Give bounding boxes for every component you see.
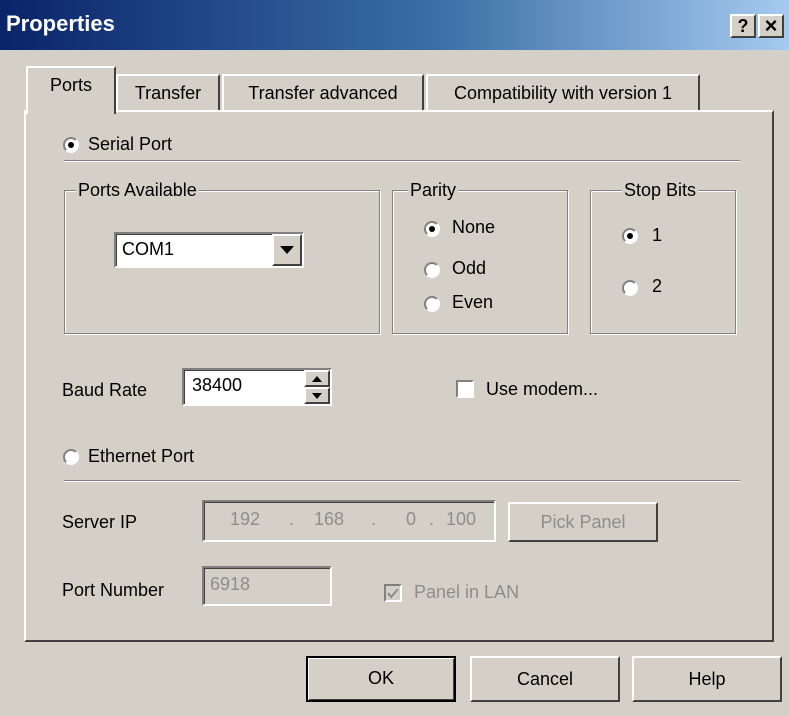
- ethernet-port-label: Ethernet Port: [88, 446, 195, 466]
- parity-none-label: None: [452, 217, 496, 237]
- tab-transfer-advanced[interactable]: Transfer advanced: [222, 74, 424, 112]
- use-modem-checkbox[interactable]: [456, 380, 474, 398]
- pick-panel-label: Pick Panel: [540, 512, 626, 532]
- tab-compatibility[interactable]: Compatibility with version 1: [426, 74, 700, 112]
- ip-octet-2: 168: [314, 509, 345, 529]
- ok-button[interactable]: OK: [306, 656, 456, 702]
- port-number-input[interactable]: 6918: [202, 566, 332, 606]
- cancel-button[interactable]: Cancel: [470, 656, 620, 702]
- baud-up-button[interactable]: [304, 370, 330, 387]
- stop-bit-1-label: 1: [652, 225, 663, 245]
- parity-odd-label: Odd: [452, 258, 487, 278]
- baud-rate-value: 38400: [192, 375, 243, 395]
- ethernet-divider: [64, 480, 740, 482]
- cancel-label: Cancel: [516, 669, 574, 689]
- stop-bit-1-radio[interactable]: [622, 228, 638, 244]
- use-modem-label: Use modem...: [486, 379, 599, 399]
- server-ip-input[interactable]: 192 . 168 . 0 . 100: [202, 500, 496, 542]
- stop-bits-legend: Stop Bits: [622, 180, 699, 201]
- stop-bits-group: [590, 190, 736, 334]
- server-ip-label: Server IP: [62, 512, 138, 532]
- title-bar: [0, 0, 789, 50]
- spin-down-icon: [312, 393, 322, 399]
- ip-dot-2: .: [371, 509, 377, 529]
- parity-even-label: Even: [452, 292, 494, 312]
- panel-in-lan-checkbox[interactable]: [384, 584, 402, 602]
- ip-dot-3: .: [429, 509, 435, 529]
- chevron-down-icon: [280, 246, 294, 254]
- port-number-value: 6918: [210, 574, 251, 594]
- parity-none-radio[interactable]: [424, 221, 440, 237]
- serial-divider: [64, 160, 740, 162]
- ip-octet-1: 192: [230, 509, 261, 529]
- tab-compatibility-label: Compatibility with version 1: [453, 83, 673, 103]
- ip-octet-4: 100: [446, 509, 477, 529]
- close-button[interactable]: ×: [758, 14, 784, 38]
- tab-transfer-label: Transfer: [134, 83, 202, 103]
- ports-dropdown-arrow-button[interactable]: [272, 234, 302, 266]
- port-number-label: Port Number: [62, 580, 165, 600]
- parity-legend: Parity: [408, 180, 459, 201]
- ports-dropdown-value: COM1: [122, 239, 175, 259]
- pick-panel-button[interactable]: Pick Panel: [508, 502, 658, 542]
- tab-transfer-advanced-label: Transfer advanced: [248, 83, 398, 103]
- help-button[interactable]: Help: [632, 656, 782, 702]
- tab-ports-label: Ports: [49, 75, 92, 95]
- parity-even-radio[interactable]: [424, 296, 440, 312]
- panel-in-lan-label: Panel in LAN: [414, 582, 520, 602]
- ok-label: OK: [367, 668, 394, 688]
- spin-up-icon: [312, 376, 322, 382]
- ethernet-port-radio[interactable]: [63, 449, 79, 465]
- baud-down-button[interactable]: [304, 387, 330, 404]
- ip-octet-3: 0: [406, 509, 417, 529]
- ip-dot-1: .: [289, 509, 295, 529]
- baud-rate-label: Baud Rate: [62, 380, 148, 400]
- tab-ports[interactable]: Ports: [26, 66, 116, 114]
- help-title-button[interactable]: ?: [730, 14, 756, 38]
- stop-bit-2-label: 2: [652, 276, 663, 296]
- serial-port-radio[interactable]: [63, 137, 79, 153]
- parity-odd-radio[interactable]: [424, 262, 440, 278]
- window-title: Properties: [6, 11, 115, 36]
- stop-bit-2-radio[interactable]: [622, 280, 638, 296]
- ports-available-legend: Ports Available: [76, 180, 199, 201]
- checkmark-icon: [387, 588, 399, 599]
- help-label: Help: [688, 669, 726, 689]
- serial-port-label: Serial Port: [88, 134, 173, 154]
- tab-transfer[interactable]: Transfer: [116, 74, 220, 112]
